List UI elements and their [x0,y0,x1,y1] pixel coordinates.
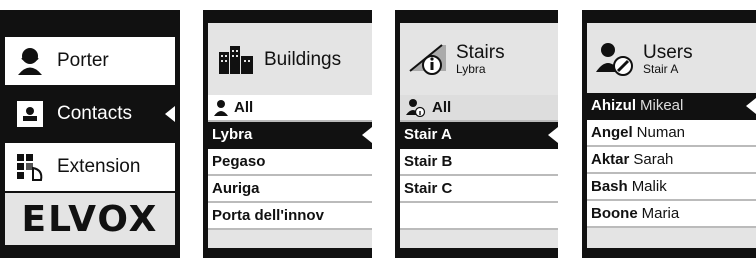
panel-title: Stairs [456,41,505,63]
list-item-all[interactable]: All [400,95,558,122]
menu-item-label: Extension [57,156,141,177]
extension-icon [13,150,47,184]
stairs-header: Stairs Lybra [400,23,558,95]
stairs-panel: Stairs Lybra All Stair A Stair B Stair C [395,10,558,258]
users-icon [595,39,635,79]
panel-subtitle: Lybra [456,61,486,76]
panel-subtitle: Stair A [643,61,679,76]
buildings-icon [216,39,256,79]
person-icon [214,99,228,116]
main-menu-panel: Porter Contacts Extension ELVOX [0,10,180,258]
menu-item-label: Contacts [57,103,132,124]
stairs-info-icon [408,39,448,79]
buildings-panel: Buildings All Lybra Pegaso Auriga Porta … [203,10,372,258]
list-item[interactable]: Porta dell'innov [208,203,372,230]
list-item[interactable]: Auriga [208,176,372,203]
list-item[interactable]: Stair B [400,149,558,176]
panel-title: Users [643,41,693,63]
selection-pointer-icon [548,126,558,143]
list-item[interactable]: Bash Malik [587,174,756,201]
panel-title: Buildings [264,48,342,70]
list-item[interactable]: Angel Numan [587,120,756,147]
menu-item-contacts[interactable]: Contacts [5,90,175,138]
list-item[interactable]: Boone Maria [587,201,756,228]
list-item[interactable]: Aktar Sarah [587,147,756,174]
users-panel: Users Stair A Ahizul Mikeal Angel Numan … [582,10,756,258]
menu-item-label: Porter [57,50,109,71]
menu-item-porter[interactable]: Porter [5,37,175,85]
selection-pointer-icon [746,97,756,114]
menu-item-extension[interactable]: Extension [5,143,175,191]
elvox-logo: ELVOX [5,193,175,245]
list-item-all[interactable]: All [208,95,372,122]
person-info-icon [406,98,426,117]
users-header: Users Stair A [587,23,756,95]
list-item[interactable]: Lybra [208,122,372,149]
selection-pointer-icon [165,106,175,122]
contacts-card-icon [13,97,47,131]
buildings-header: Buildings [208,23,372,95]
list-item[interactable]: Stair A [400,122,558,149]
list-item[interactable] [400,203,558,230]
selection-pointer-icon [362,126,372,143]
list-item[interactable]: Pegaso [208,149,372,176]
list-item[interactable]: Ahizul Mikeal [587,93,756,120]
list-item[interactable]: Stair C [400,176,558,203]
porter-icon [13,44,47,78]
